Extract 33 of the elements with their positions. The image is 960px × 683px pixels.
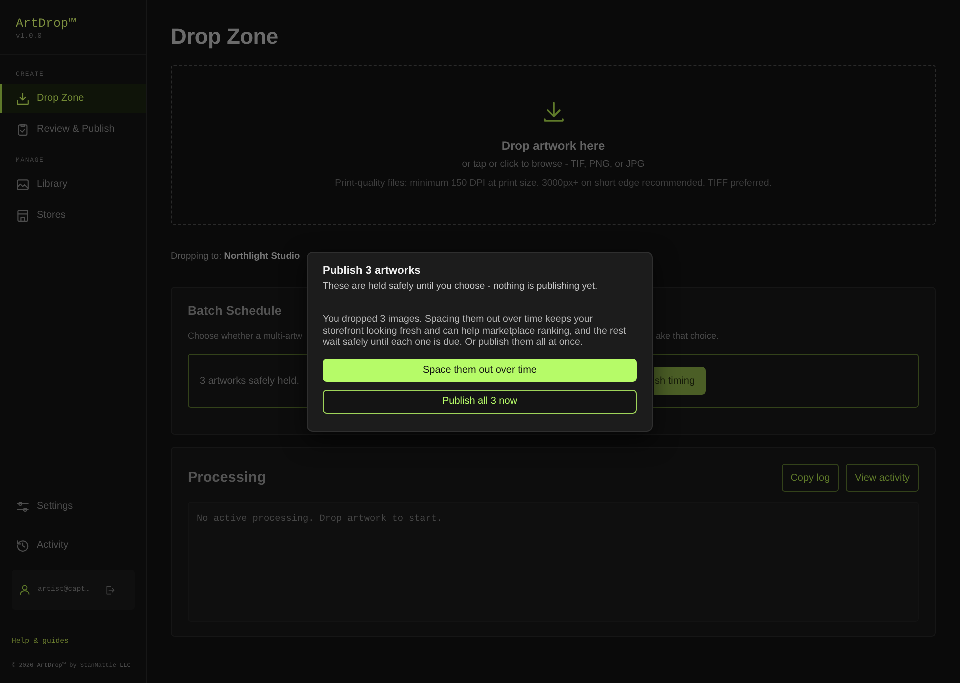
dialog-message: You dropped 3 images. Spacing them out over time keeps your storefront looking fresh and can help marketplace ranking, and the rest wait safely until each one is due. Or publish them all at once. <box>323 314 628 348</box>
card-title: Batch Schedule <box>188 303 282 319</box>
clipboard-check-icon <box>17 124 29 136</box>
nav-item[interactable]: Review & Publish <box>0 115 146 144</box>
description-text: ake that choice. <box>656 330 720 342</box>
nav-item[interactable]: Stores <box>0 201 146 230</box>
logout-icon[interactable] <box>106 586 115 594</box>
space-out-button[interactable]: Space them out over time <box>323 358 637 382</box>
nav-item[interactable]: Library <box>0 170 146 199</box>
drop-zone-hint: or tap or click to browse - TIF, PNG, or JPG <box>462 158 645 172</box>
publish-timing-button[interactable]: sh timing <box>654 367 706 395</box>
copy-log-button[interactable]: Copy log <box>782 464 840 492</box>
user-icon <box>20 585 30 595</box>
publish-now-button[interactable]: Publish all 3 now <box>323 390 637 414</box>
nav-item[interactable]: Drop Zone <box>0 84 146 113</box>
history-icon <box>17 540 29 552</box>
download-icon <box>544 100 564 124</box>
image-icon <box>17 178 29 190</box>
dialog-title: Publish 3 artworks <box>323 264 421 278</box>
storefront-icon <box>17 210 29 222</box>
nav-item[interactable]: Activity <box>0 531 146 560</box>
sliders-icon <box>17 500 29 512</box>
nav-item[interactable]: Settings <box>0 492 146 521</box>
target-store-text: Dropping to: Northlight Studio <box>171 250 300 263</box>
tray-download-icon <box>17 92 29 104</box>
drop-zone-title: Drop artwork here <box>502 138 606 154</box>
app-logo-text: ArtDrop™ <box>16 16 76 32</box>
page-title: Drop Zone <box>171 24 278 50</box>
view-activity-button[interactable]: View activity <box>846 464 919 492</box>
dialog-subtitle: These are held safely until you choose - nothing is publishing yet. <box>323 281 598 293</box>
description-text: Choose whether a multi-artw <box>188 330 303 342</box>
card-title: Processing <box>188 469 266 487</box>
held-status-text: 3 artworks safely held. <box>200 376 300 386</box>
